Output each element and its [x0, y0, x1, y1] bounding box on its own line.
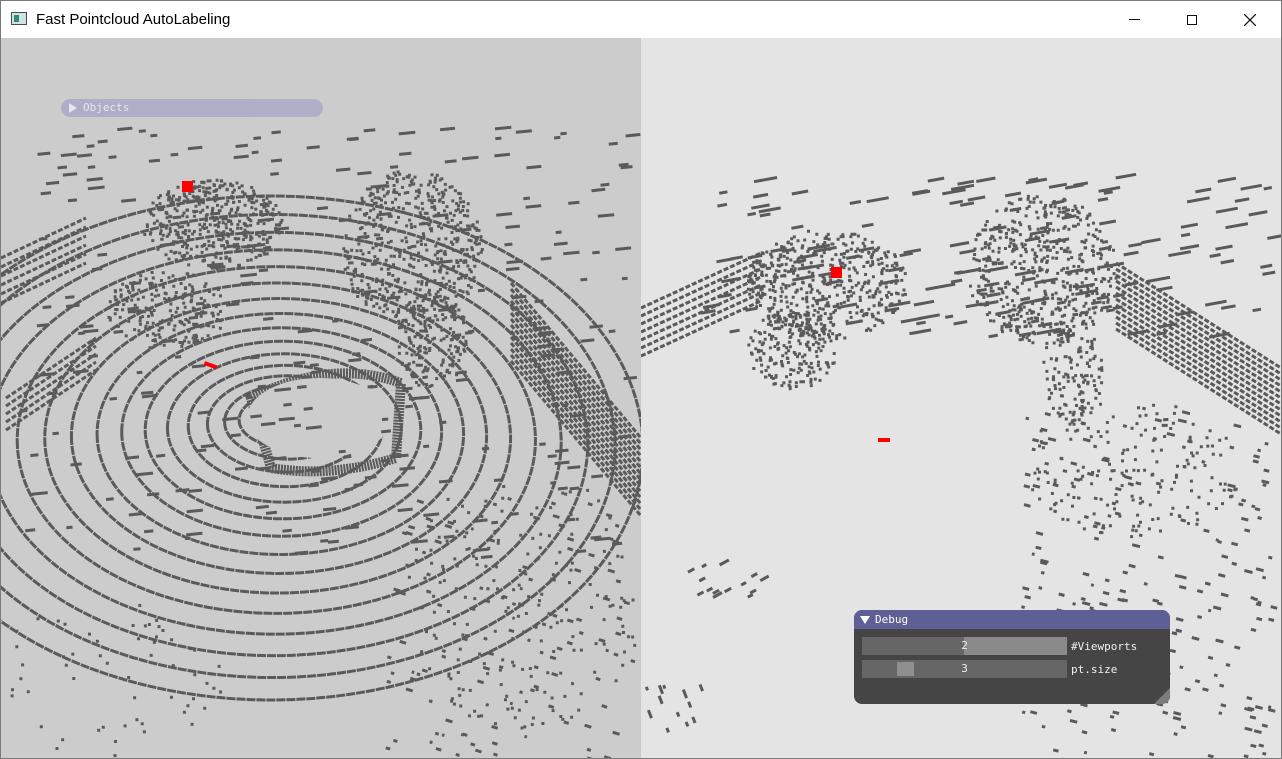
object-marker[interactable] [878, 438, 890, 442]
minimize-button[interactable] [1105, 1, 1163, 38]
point-size-slider-label: pt.size [1071, 663, 1118, 676]
object-marker[interactable] [831, 267, 842, 278]
collapse-arrow-icon [860, 616, 870, 624]
resize-grip[interactable] [1154, 688, 1170, 704]
close-icon [1244, 13, 1256, 26]
debug-panel-title: Debug [875, 613, 909, 626]
object-marker[interactable] [182, 181, 193, 192]
debug-panel-header[interactable]: Debug [854, 610, 1170, 629]
window-title: Fast Pointcloud AutoLabeling [36, 11, 231, 28]
close-button[interactable] [1221, 1, 1279, 38]
viewports-slider[interactable]: 2 [862, 637, 1067, 655]
objects-panel[interactable]: Objects [61, 99, 323, 117]
point-size-slider-value: 3 [961, 662, 968, 675]
debug-panel[interactable]: Debug 2 #Viewports 3 pt.size [854, 610, 1170, 704]
objects-panel-title: Objects [83, 101, 130, 114]
maximize-button[interactable] [1163, 1, 1221, 38]
object-marker[interactable] [203, 361, 218, 370]
viewport-left[interactable]: Objects [1, 38, 641, 758]
app-icon [11, 12, 27, 25]
minimize-icon [1128, 19, 1140, 20]
point-cloud-view-left[interactable] [1, 38, 641, 758]
maximize-icon [1187, 14, 1197, 25]
viewports-slider-label: #Viewports [1071, 640, 1138, 653]
title-bar[interactable]: Fast Pointcloud AutoLabeling [1, 1, 1281, 38]
expand-arrow-icon [69, 103, 77, 113]
point-size-slider[interactable]: 3 [862, 660, 1067, 678]
viewports-slider-value: 2 [961, 639, 968, 652]
